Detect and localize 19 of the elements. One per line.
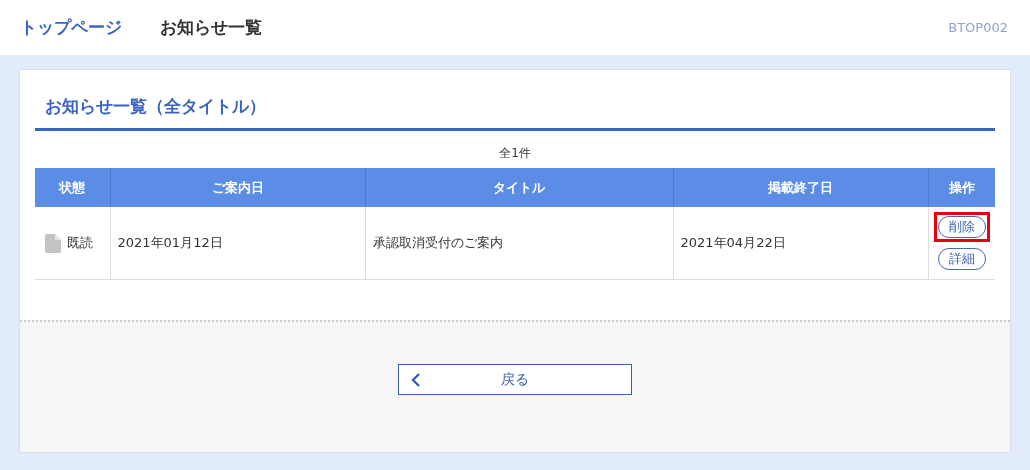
breadcrumb-link[interactable]: トップページ (20, 16, 122, 39)
column-header: 操作 (928, 168, 995, 207)
column-header: 状態 (35, 168, 110, 207)
result-count: 全1件 (499, 146, 531, 160)
action-button[interactable]: 詳細 (937, 248, 986, 270)
section-title: お知らせ一覧（全タイトル） (35, 95, 995, 131)
action-button[interactable]: 削除 (937, 216, 986, 238)
page-title: お知らせ一覧 (160, 16, 262, 39)
table-cell: 承認取消受付のご案内 (372, 235, 503, 250)
column-header: 掲載終了日 (673, 168, 928, 207)
chevron-left-icon (411, 372, 421, 387)
column-header: ご案内日 (110, 168, 365, 207)
back-button[interactable]: 戻る (398, 364, 632, 395)
table-cell: 2021年04月22日 (680, 235, 786, 250)
table-cell: 2021年01月12日 (117, 235, 223, 250)
read-status: 既読 (67, 234, 93, 250)
screen-id: BTOP002 (948, 20, 1008, 35)
document-icon (45, 233, 61, 253)
column-header: タイトル (365, 168, 673, 207)
